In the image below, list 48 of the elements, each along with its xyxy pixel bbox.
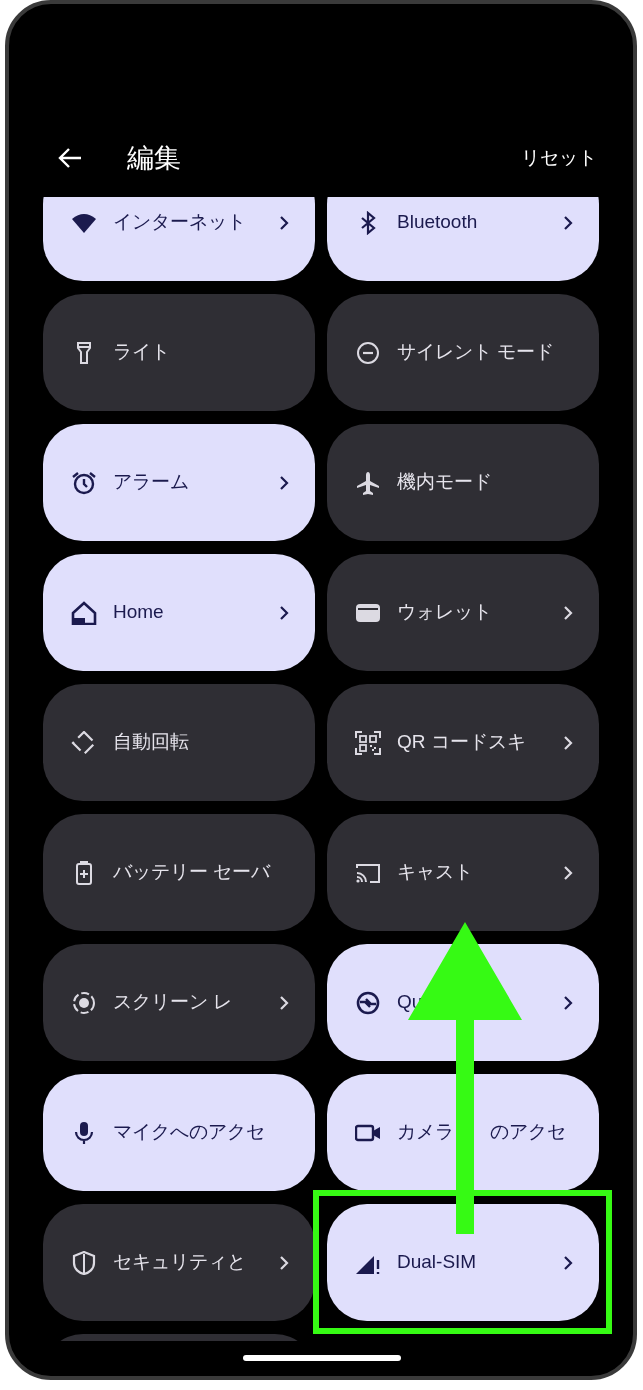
quick-settings-tile[interactable]: カメラ のアクセ: [327, 1074, 599, 1191]
tile-label: QR コードスキ: [397, 730, 527, 755]
alarm-clock-icon: [71, 470, 97, 495]
quick-settings-tile[interactable]: QR コードスキ: [327, 684, 599, 801]
tile-label: スクリーン レ: [113, 990, 234, 1015]
quick-settings-tile[interactable]: ライト: [43, 294, 315, 411]
tile-label: 機内モード: [397, 470, 493, 495]
quick-settings-tile[interactable]: Home: [43, 554, 315, 671]
tile-label: カメラ: [397, 1120, 454, 1145]
qr-code-icon: [355, 730, 381, 755]
tile-label: Home: [113, 600, 165, 625]
quick-settings-tile[interactable]: Bluetooth: [327, 197, 599, 281]
screen-record-icon: [71, 990, 97, 1015]
quick-settings-tile[interactable]: アラーム: [43, 424, 315, 541]
tile-label: セキュリティと: [113, 1250, 247, 1275]
tile-label: Bluetooth: [397, 210, 479, 235]
quick-settings-tile[interactable]: 自動回転: [43, 684, 315, 801]
tile-label: マイクへのアクセ: [113, 1120, 266, 1145]
quick-settings-tile[interactable]: セキュリティと: [43, 1204, 315, 1321]
do-not-disturb-icon: [355, 340, 381, 365]
tile-label: キャスト: [397, 860, 474, 885]
reset-link[interactable]: リセット: [521, 143, 597, 173]
quick-settings-tile[interactable]: Dual-SIM: [327, 1204, 599, 1321]
tile-label: 自動回転: [113, 730, 190, 755]
tile-label: ライト: [113, 340, 171, 365]
quick-settings-tile[interactable]: スクリーン レ: [43, 944, 315, 1061]
home-icon: [71, 600, 97, 625]
quick-settings-tile[interactable]: マイクへのアクセ: [43, 1074, 315, 1191]
page-title: 編集: [127, 141, 181, 175]
share-icon: [355, 990, 381, 1015]
tile-label: インターネット: [113, 210, 247, 235]
quick-settings-tile[interactable]: 機内モード: [327, 424, 599, 541]
tile-label: バッテリー セーバ: [113, 860, 272, 885]
quick-settings-tile[interactable]: バッテリー セーバ: [43, 814, 315, 931]
tile-label: ウォレット: [397, 600, 493, 625]
quick-settings-tile[interactable]: キャスト: [327, 814, 599, 931]
quick-settings-tile[interactable]: ウォレット: [327, 554, 599, 671]
tile-label: アラーム: [113, 470, 190, 495]
quick-settings-tile[interactable]: サイレント モード: [327, 294, 599, 411]
quick-settings-tile[interactable]: インターネット: [43, 197, 315, 281]
back-icon[interactable]: [57, 146, 83, 170]
tile-label: Dual-SIM: [397, 1250, 478, 1275]
tile-label: のアクセ: [490, 1120, 567, 1145]
tile-label: サイレント モード: [397, 340, 556, 365]
home-indicator[interactable]: [243, 1355, 401, 1361]
airplane-icon: [355, 470, 381, 495]
shield-icon: [71, 1250, 97, 1275]
rotate-icon: [71, 730, 97, 755]
